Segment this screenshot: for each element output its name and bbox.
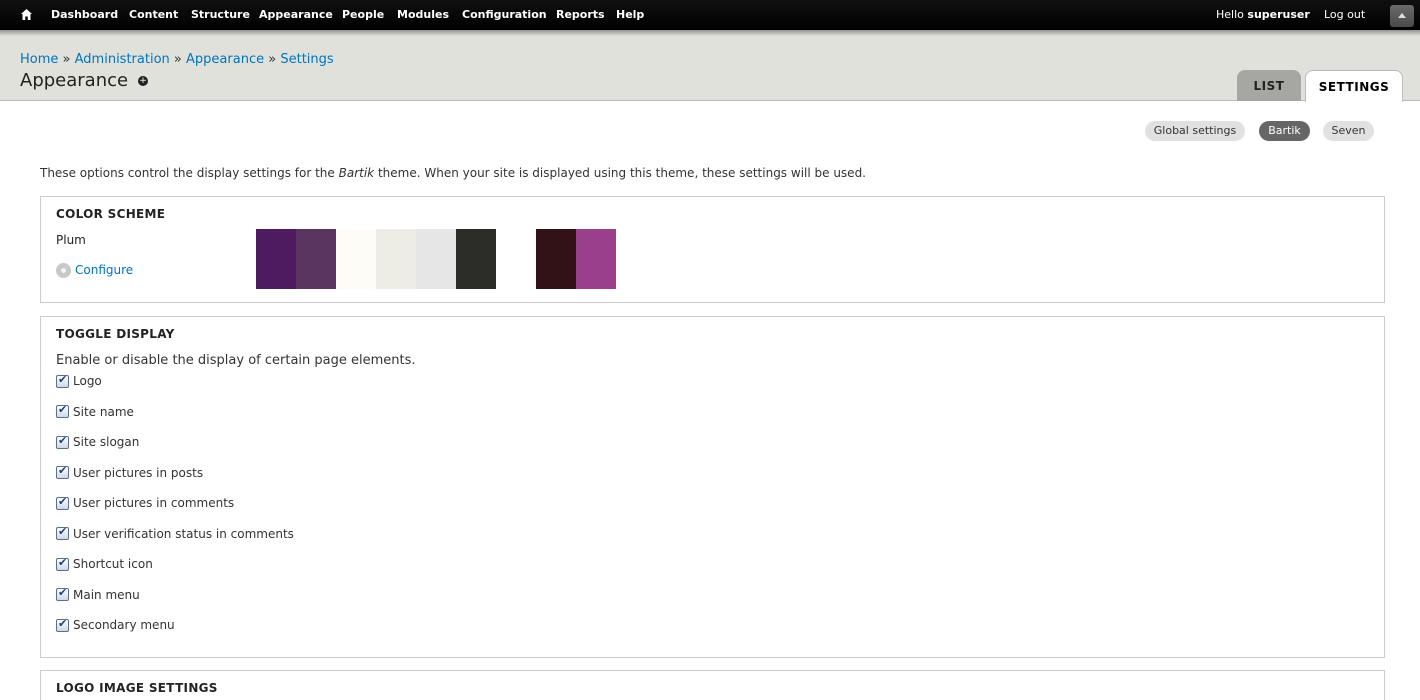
toggle-item-label: Logo	[73, 374, 102, 388]
toolbar-help-link[interactable]: Help	[616, 8, 644, 21]
breadcrumb-administration[interactable]: Administration	[75, 52, 170, 67]
subtab-seven[interactable]: Seven	[1323, 121, 1374, 141]
toolbar-structure-link[interactable]: Structure	[191, 8, 250, 21]
breadcrumb-settings[interactable]: Settings	[280, 52, 333, 67]
add-shortcut-icon[interactable]: +	[138, 76, 148, 86]
admin-toolbar: Dashboard Content Structure Appearance P…	[0, 0, 1420, 30]
gear-icon	[56, 263, 71, 278]
toolbar-shadow	[0, 30, 1420, 36]
toolbar-content-link[interactable]: Content	[129, 8, 178, 21]
toggle-item-label: Site slogan	[73, 435, 140, 449]
toolbar-people-link[interactable]: People	[342, 8, 384, 21]
toggle-item-label: Shortcut icon	[73, 557, 153, 571]
toolbar-configuration-link[interactable]: Configuration	[462, 8, 547, 21]
checkbox[interactable]	[56, 556, 69, 571]
intro-text: These options control the display settin…	[40, 166, 866, 180]
color-swatch	[336, 229, 376, 289]
toggle-display-description: Enable or disable the display of certain…	[56, 353, 416, 368]
toolbar-modules-link[interactable]: Modules	[397, 8, 449, 21]
toggle-item[interactable]: Site name	[56, 403, 134, 419]
color-swatch	[536, 229, 576, 289]
toggle-item-label: Site name	[73, 404, 134, 419]
color-swatch	[256, 229, 296, 289]
intro-text-end: theme. When your site is displayed using…	[374, 166, 866, 180]
color-scheme-legend: COLOR SCHEME	[56, 207, 166, 221]
checkbox[interactable]	[56, 434, 69, 449]
checkbox[interactable]	[56, 586, 69, 601]
toggle-item-label: User pictures in posts	[73, 465, 204, 480]
checkbox[interactable]	[56, 617, 69, 632]
color-swatch	[496, 229, 536, 289]
logo-settings-fieldset: LOGO IMAGE SETTINGS	[40, 670, 1385, 700]
tab-settings[interactable]: SETTINGS	[1305, 70, 1403, 102]
breadcrumb-home[interactable]: Home	[20, 52, 58, 67]
toggle-item-label: User verification status in comments	[73, 526, 294, 541]
intro-text-start: These options control the display settin…	[40, 166, 339, 180]
color-scheme-fieldset: COLOR SCHEME Plum Configure	[40, 196, 1385, 303]
toggle-item-label: Main menu	[73, 587, 140, 602]
toggle-display-legend: TOGGLE DISPLAY	[56, 327, 175, 341]
breadcrumb-appearance[interactable]: Appearance	[186, 52, 264, 67]
checkbox[interactable]	[56, 373, 69, 388]
color-swatch	[416, 229, 456, 289]
color-swatches	[256, 229, 616, 289]
intro-theme-name: Bartik	[338, 166, 375, 180]
logout-link[interactable]: Log out	[1324, 8, 1365, 21]
checkbox[interactable]	[56, 525, 69, 540]
checkbox[interactable]	[56, 495, 69, 510]
toggle-item-label: Secondary menu	[73, 618, 175, 632]
page-title: Appearance	[20, 70, 129, 91]
home-icon[interactable]	[20, 8, 33, 21]
color-swatch	[456, 229, 496, 289]
subtab-bartik[interactable]: Bartik	[1259, 121, 1310, 141]
breadcrumb: Home » Administration » Appearance » Set…	[20, 52, 334, 67]
color-scheme-name: Plum	[56, 233, 86, 247]
toggle-item[interactable]: Shortcut icon	[56, 556, 153, 571]
toggle-item-label: User pictures in comments	[73, 496, 235, 510]
username-link[interactable]: superuser	[1247, 8, 1309, 21]
greeting: Hello superuser	[1216, 8, 1310, 21]
toggle-item[interactable]: User pictures in posts	[56, 464, 204, 480]
color-swatch	[296, 229, 336, 289]
subtab-global-settings[interactable]: Global settings	[1145, 121, 1245, 141]
color-swatch	[376, 229, 416, 289]
greeting-prefix: Hello	[1216, 8, 1244, 21]
toggle-item[interactable]: User verification status in comments	[56, 525, 294, 541]
branding-header: Home » Administration » Appearance » Set…	[0, 30, 1420, 102]
toggle-item[interactable]: User pictures in comments	[56, 495, 235, 510]
configure-link[interactable]: Configure	[75, 263, 133, 277]
toolbar-dashboard-link[interactable]: Dashboard	[51, 8, 118, 21]
toolbar-reports-link[interactable]: Reports	[556, 8, 605, 21]
breadcrumb-separator: »	[173, 52, 182, 67]
tab-list[interactable]: LIST	[1237, 70, 1301, 101]
checkbox[interactable]	[56, 403, 69, 418]
toggle-item[interactable]: Main menu	[56, 586, 140, 602]
toggle-display-fieldset: TOGGLE DISPLAY Enable or disable the dis…	[40, 316, 1385, 658]
toolbar-drawer-toggle[interactable]	[1390, 5, 1414, 27]
toolbar-appearance-link[interactable]: Appearance	[259, 8, 333, 21]
toggle-item[interactable]: Site slogan	[56, 434, 140, 449]
breadcrumb-separator: »	[268, 52, 277, 67]
toggle-item[interactable]: Logo	[56, 373, 102, 388]
logo-settings-legend: LOGO IMAGE SETTINGS	[56, 681, 218, 695]
toggle-item[interactable]: Secondary menu	[56, 617, 175, 632]
breadcrumb-separator: »	[62, 52, 71, 67]
color-swatch	[576, 229, 616, 289]
configure-link-wrapper: Configure	[56, 263, 133, 278]
checkbox[interactable]	[56, 464, 69, 479]
